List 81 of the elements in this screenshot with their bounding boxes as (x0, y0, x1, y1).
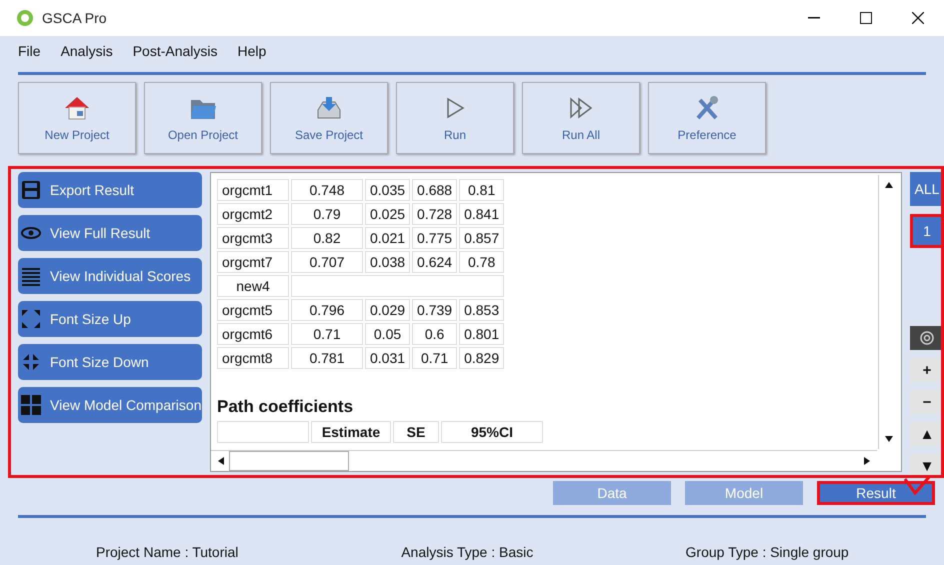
table-cell: 0.853 (459, 299, 504, 321)
target-button[interactable] (910, 326, 944, 350)
table-cell: 0.025 (365, 203, 410, 225)
table-cell: 0.748 (291, 179, 363, 201)
table-cell: 0.707 (291, 251, 363, 273)
table-cell: orgcmt8 (217, 347, 289, 369)
view-control-button[interactable]: + (910, 358, 944, 382)
window-title: GSCA Pro (42, 10, 108, 26)
table-cell: 0.82 (291, 227, 363, 249)
table-cell: orgcmt2 (217, 203, 289, 225)
table-cell: orgcmt5 (217, 299, 289, 321)
table-cell: 0.038 (365, 251, 410, 273)
table-cell: 0.031 (365, 347, 410, 369)
maximize-icon (860, 12, 872, 24)
table-cell: orgcmt6 (217, 323, 289, 345)
scroll-right-icon[interactable] (863, 457, 871, 465)
tab[interactable]: Result (817, 481, 935, 505)
table-cell: 0.78 (459, 251, 504, 273)
table-cell: 0.728 (412, 203, 458, 225)
group-button[interactable]: ALL (910, 172, 944, 206)
action-button[interactable]: Font Size Down (18, 344, 202, 380)
table-cell: orgcmt7 (217, 251, 289, 273)
minimize-icon (808, 17, 820, 19)
table-cell: 0.857 (459, 227, 504, 249)
table-cell: 0.71 (412, 347, 458, 369)
action-button[interactable]: Font Size Up (18, 301, 202, 337)
toolbar-button[interactable]: New Project (18, 82, 136, 154)
table-cell: 0.688 (412, 179, 458, 201)
table-cell: 0.829 (459, 347, 504, 369)
horizontal-scrollbar[interactable] (211, 450, 877, 471)
toolbar-button[interactable]: Save Project (270, 82, 388, 154)
scroll-left-icon[interactable] (217, 457, 225, 465)
column-header: SE (393, 421, 439, 443)
scroll-down-icon[interactable] (885, 435, 893, 443)
view-control-button[interactable]: − (910, 390, 944, 414)
view-control-button[interactable]: ▲ (910, 422, 944, 446)
toolbar-button[interactable]: Run (396, 82, 514, 154)
menu-item[interactable]: Help (238, 43, 266, 59)
table-cell: 0.781 (291, 347, 363, 369)
table-cell: 0.021 (365, 227, 410, 249)
table-cell: 0.029 (365, 299, 410, 321)
menu-item[interactable]: Post-Analysis (132, 43, 218, 59)
close-icon (912, 12, 924, 24)
action-button[interactable]: View Full Result (18, 215, 202, 251)
globe-icon (16, 9, 34, 27)
menu-item[interactable]: File (18, 43, 41, 59)
list-icon (20, 265, 42, 287)
table-cell: orgcmt1 (217, 179, 289, 201)
scroll-up-icon[interactable] (885, 181, 893, 189)
group-button[interactable]: 1 (910, 214, 944, 248)
table-cell: 0.796 (291, 299, 363, 321)
table-cell: 0.6 (412, 323, 458, 345)
table-cell: 0.841 (459, 203, 504, 225)
table-cell: 0.775 (412, 227, 458, 249)
table-cell: 0.801 (459, 323, 504, 345)
toolbar-button[interactable]: Preference (648, 82, 766, 154)
section-title: Path coefficients (217, 397, 354, 417)
menu-item[interactable]: Analysis (60, 43, 113, 59)
table-cell: 0.71 (291, 323, 363, 345)
table-cell: 0.624 (412, 251, 458, 273)
expand-icon (20, 308, 42, 330)
table-cell: 0.05 (365, 323, 410, 345)
table-cell: 0.739 (412, 299, 458, 321)
table-cell: 0.81 (459, 179, 504, 201)
table-cell: new4 (217, 275, 289, 297)
column-header: Estimate (311, 421, 391, 443)
status-text: Group Type : Single group (686, 544, 850, 560)
status-text: Project Name : Tutorial (96, 544, 240, 560)
toolbar-button[interactable]: Open Project (144, 82, 262, 154)
action-button[interactable]: View Individual Scores (18, 258, 202, 294)
grid-icon (20, 394, 42, 416)
table-cell: 0.035 (365, 179, 410, 201)
table-cell: orgcmt3 (217, 227, 289, 249)
action-button[interactable]: View Model Comparison (18, 387, 202, 423)
table-cell: 0.79 (291, 203, 363, 225)
target-icon (919, 330, 935, 346)
action-button[interactable]: Export Result (18, 172, 202, 208)
status-text: Analysis Type : Basic (401, 544, 534, 560)
column-header: 95%CI (441, 421, 543, 443)
toolbar-button[interactable]: Run All (522, 82, 640, 154)
check-mark-icon (902, 475, 932, 495)
